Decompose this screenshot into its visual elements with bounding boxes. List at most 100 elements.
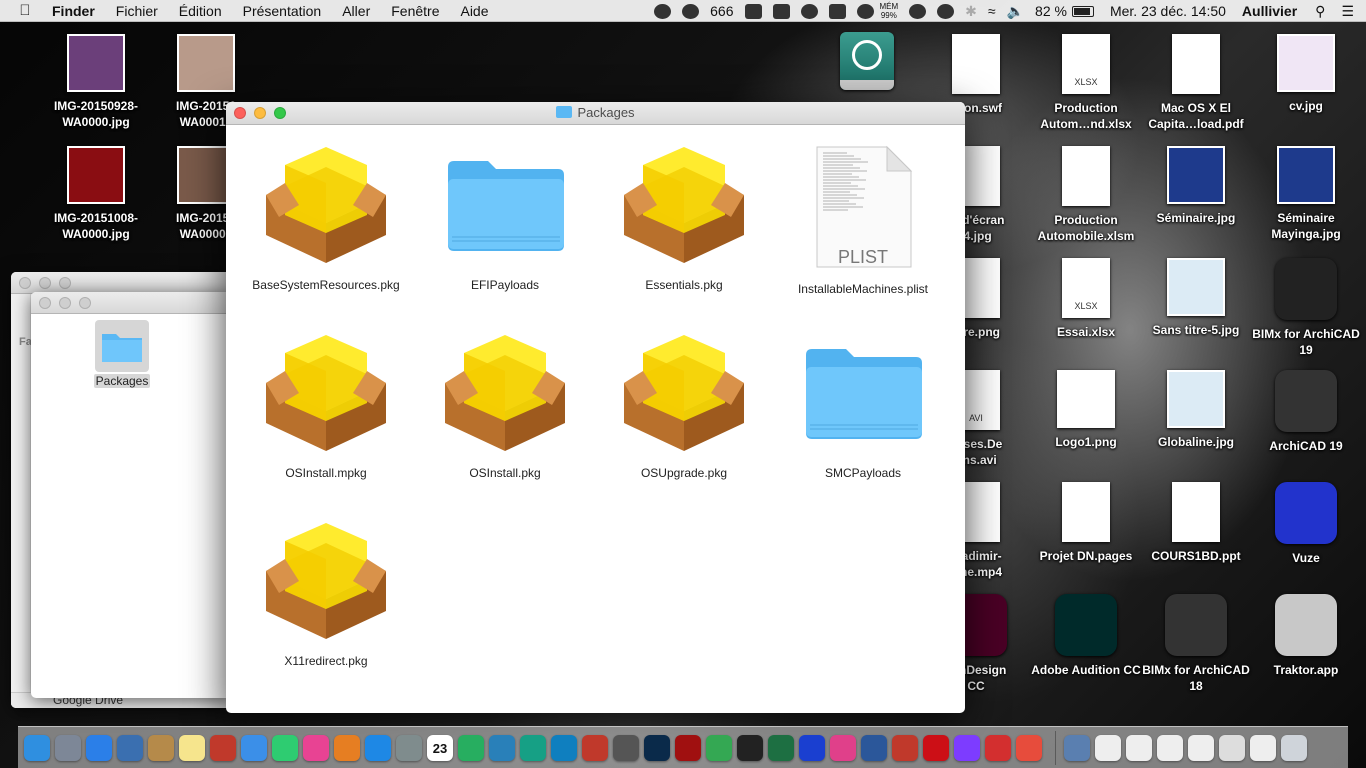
desktop-icon-doc[interactable]: COURS1BD.ppt bbox=[1140, 482, 1252, 564]
gpu-icon[interactable] bbox=[828, 3, 846, 19]
time-machine-icon[interactable] bbox=[937, 3, 955, 19]
ccleaner-icon[interactable] bbox=[520, 734, 546, 761]
desktop-icon-app[interactable]: Adobe Audition CC bbox=[1030, 594, 1142, 678]
vuze-icon[interactable] bbox=[799, 734, 825, 761]
autocad-icon[interactable] bbox=[582, 734, 608, 761]
notification-center-icon[interactable]: ☰ bbox=[1341, 3, 1354, 20]
word-icon[interactable] bbox=[861, 734, 887, 761]
minimized-window-thumbnail[interactable] bbox=[1064, 734, 1090, 761]
photo-booth-icon[interactable] bbox=[210, 734, 236, 761]
desktop-icon-photo[interactable]: Logo1.png bbox=[1030, 370, 1142, 450]
desktop-icon-photo[interactable]: Sans titre-5.jpg bbox=[1140, 258, 1252, 338]
file-item-folder[interactable]: SMCPayloads bbox=[773, 333, 953, 481]
menu-app-name[interactable]: Finder bbox=[52, 3, 95, 19]
notes-icon[interactable] bbox=[179, 734, 205, 761]
calendar-icon[interactable]: 23 bbox=[427, 734, 453, 761]
finder-icon[interactable] bbox=[24, 734, 50, 761]
file-item-package[interactable]: OSInstall.pkg bbox=[415, 333, 595, 481]
launchpad-icon[interactable] bbox=[55, 734, 81, 761]
opera-icon[interactable] bbox=[923, 734, 949, 761]
file-item-package[interactable]: BaseSystemResources.pkg bbox=[236, 145, 416, 293]
memory-gauge-icon[interactable] bbox=[856, 3, 874, 19]
spotlight-icon[interactable]: ⚲ bbox=[1315, 3, 1325, 20]
finder-window-packages[interactable]: Packages BaseSystemResources.pkg EFIPaylo… bbox=[226, 102, 965, 713]
system-preferences-icon[interactable] bbox=[396, 734, 422, 761]
wifi-icon[interactable]: ≈ bbox=[988, 3, 996, 19]
minimized-window-thumbnail[interactable] bbox=[1157, 734, 1183, 761]
minimized-window-thumbnail[interactable] bbox=[1188, 734, 1214, 761]
finder-window-middle[interactable]: Packages bbox=[31, 292, 231, 698]
facetime-icon[interactable] bbox=[272, 734, 298, 761]
chrome-icon[interactable] bbox=[706, 734, 732, 761]
desktop-icon-photo[interactable]: Séminaire.jpg bbox=[1140, 146, 1252, 226]
user-menu[interactable]: Aullivier bbox=[1242, 3, 1297, 19]
desktop-icon-doc[interactable]: Mac OS X El Capita…load.pdf bbox=[1140, 34, 1252, 132]
keynote-icon[interactable] bbox=[489, 734, 515, 761]
file-item-package[interactable]: OSInstall.mpkg bbox=[236, 333, 416, 481]
minimize-button[interactable] bbox=[39, 277, 51, 289]
viber-icon[interactable] bbox=[954, 734, 980, 761]
minimized-window-thumbnail[interactable] bbox=[1250, 734, 1276, 761]
desktop-icon-doc[interactable]: XLSX Production Autom…nd.xlsx bbox=[1030, 34, 1142, 132]
google-drive-icon[interactable] bbox=[772, 3, 790, 19]
photoshop-icon[interactable] bbox=[644, 734, 670, 761]
apple-menu-icon[interactable]:  bbox=[16, 2, 34, 19]
file-item-package[interactable]: X11redirect.pkg bbox=[236, 521, 416, 669]
minimize-button[interactable] bbox=[59, 297, 71, 309]
sharepoint-icon[interactable] bbox=[551, 734, 577, 761]
photo-icon[interactable] bbox=[303, 734, 329, 761]
menu-presentation[interactable]: Présentation bbox=[243, 3, 322, 19]
zoom-button[interactable] bbox=[79, 297, 91, 309]
desktop-icon-doc[interactable]: XLSX Essai.xlsx bbox=[1030, 258, 1142, 340]
desktop-icon-doc[interactable]: Production Automobile.xlsm bbox=[1030, 146, 1142, 244]
menu-fichier[interactable]: Fichier bbox=[116, 3, 158, 19]
menu-aide[interactable]: Aide bbox=[460, 3, 488, 19]
desktop-icon-photo[interactable]: IMG-20150928-WA0000.jpg bbox=[40, 34, 152, 130]
messages-icon[interactable] bbox=[241, 734, 267, 761]
packages-folder-selected[interactable]: Packages bbox=[91, 320, 153, 390]
file-item-package[interactable]: Essentials.pkg bbox=[594, 145, 774, 293]
checkmark-icon[interactable] bbox=[682, 3, 700, 19]
dropbox-icon[interactable] bbox=[744, 3, 762, 19]
app-store-icon[interactable] bbox=[365, 734, 391, 761]
title-bar[interactable]: Packages bbox=[226, 102, 965, 125]
menu-edition[interactable]: Édition bbox=[179, 3, 222, 19]
itunes-icon[interactable] bbox=[830, 734, 856, 761]
desktop-icon-doc[interactable]: Projet DN.pages bbox=[1030, 482, 1142, 564]
contacts-icon[interactable] bbox=[148, 734, 174, 761]
preview-icon[interactable] bbox=[117, 734, 143, 761]
desktop-icon-app[interactable]: Traktor.app bbox=[1250, 594, 1362, 678]
skype-icon[interactable] bbox=[654, 3, 672, 19]
desktop-icon-photo[interactable]: Séminaire Mayinga.jpg bbox=[1250, 146, 1362, 242]
desktop-icon-app[interactable]: BIMx for ArchiCAD 18 bbox=[1140, 594, 1252, 694]
battery-percentage[interactable]: 82 % bbox=[1035, 3, 1067, 19]
acrobat-icon[interactable] bbox=[892, 734, 918, 761]
close-button[interactable] bbox=[39, 297, 51, 309]
minimized-window-thumbnail[interactable] bbox=[1219, 734, 1245, 761]
creative-cloud-icon[interactable] bbox=[909, 3, 927, 19]
excel-icon[interactable] bbox=[768, 734, 794, 761]
file-item-folder[interactable]: EFIPayloads bbox=[415, 145, 595, 293]
title-bar[interactable] bbox=[11, 272, 231, 294]
minimized-window-thumbnail[interactable] bbox=[1126, 734, 1152, 761]
desktop-icon-photo[interactable]: IMG-20151008-WA0000.jpg bbox=[40, 146, 152, 242]
zoom-button[interactable] bbox=[59, 277, 71, 289]
desktop-icon-photo[interactable]: Globaline.jpg bbox=[1140, 370, 1252, 450]
time-icon[interactable] bbox=[1016, 734, 1042, 761]
menu-fenetre[interactable]: Fenêtre bbox=[391, 3, 439, 19]
menu-aller[interactable]: Aller bbox=[342, 3, 370, 19]
desktop-icon-app[interactable]: BIMx for ArchiCAD 19 bbox=[1250, 258, 1362, 358]
title-bar[interactable] bbox=[31, 292, 231, 314]
dvd-icon[interactable] bbox=[737, 734, 763, 761]
archicad-icon[interactable] bbox=[613, 734, 639, 761]
safari-icon[interactable] bbox=[86, 734, 112, 761]
clock[interactable]: Mer. 23 déc. 14:50 bbox=[1110, 3, 1226, 19]
desktop-icon-photo[interactable]: cv.jpg bbox=[1250, 34, 1362, 114]
desktop-icon-app[interactable]: Vuze bbox=[1250, 482, 1362, 566]
battery-icon[interactable] bbox=[1071, 5, 1094, 17]
ibooks-icon[interactable] bbox=[334, 734, 360, 761]
eye-icon[interactable] bbox=[800, 3, 818, 19]
numbers-icon[interactable] bbox=[458, 734, 484, 761]
santa-icon[interactable] bbox=[985, 734, 1011, 761]
minimized-window-thumbnail[interactable] bbox=[1095, 734, 1121, 761]
